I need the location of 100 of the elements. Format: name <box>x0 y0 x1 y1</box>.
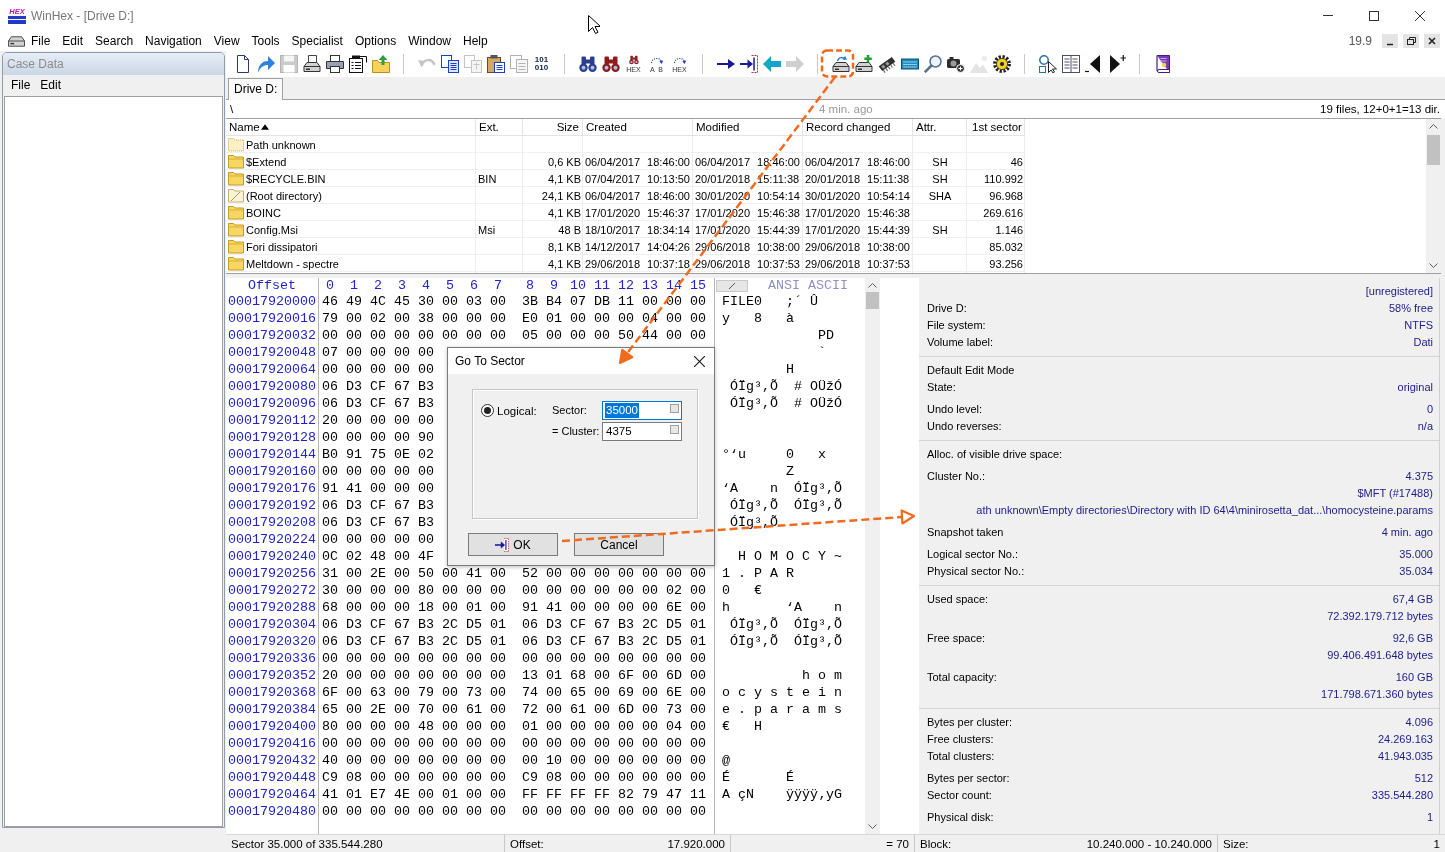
column-header[interactable]: Attr. <box>913 119 967 136</box>
dialog-title: Go To Sector <box>455 354 525 368</box>
info-value: 1 <box>1426 810 1433 825</box>
book-icon[interactable] <box>1153 55 1172 73</box>
column-header[interactable]: Created <box>583 119 693 136</box>
file-name[interactable]: $Extend <box>246 153 287 170</box>
hex-bytes: 31 00 2E 00 50 00 41 00 52 00 00 00 00 00 00 00 <box>322 566 706 581</box>
scroll-down-icon[interactable] <box>1429 263 1438 268</box>
menu-item[interactable]: Specialist <box>285 32 349 50</box>
menu-item[interactable]: Edit <box>36 78 68 92</box>
file-name[interactable]: (Root directory) <box>246 187 322 204</box>
binoculars-icon[interactable] <box>578 55 597 73</box>
file-name[interactable]: Fori dissipatori <box>246 238 318 255</box>
file-name[interactable]: Meltdown - spectre <box>246 255 339 272</box>
column-header[interactable]: Record changed <box>803 119 913 136</box>
binary-convert-button[interactable]: 101 010 <box>533 56 550 72</box>
menu-item[interactable]: Navigation <box>139 32 208 50</box>
dotted-arc-icon[interactable] <box>672 55 687 65</box>
paste-icon[interactable] <box>486 55 505 73</box>
menu-item[interactable]: Tools <box>245 32 286 50</box>
menu-item[interactable]: File <box>7 78 37 92</box>
drive-icon[interactable] <box>8 35 25 47</box>
row-offset: 00017920448 <box>228 770 316 785</box>
column-number: 4 <box>422 278 430 293</box>
record-changed-date: 17/01/2020 15:44:39 <box>805 222 910 238</box>
info-value: 4.096 <box>1405 715 1433 730</box>
curved-arrow-icon[interactable] <box>256 55 275 73</box>
minimize-icon[interactable] <box>1382 34 1398 48</box>
menu-item[interactable]: Window <box>402 32 457 50</box>
restore-icon[interactable] <box>1403 34 1419 48</box>
menu-item[interactable]: Options <box>348 32 403 50</box>
scroll-up-icon[interactable] <box>868 283 877 288</box>
row-offset: 00017920368 <box>228 685 316 700</box>
column-header[interactable]: Modified <box>693 119 803 136</box>
hex-bytes: 20 00 00 00 00 00 00 00 13 01 68 00 6F 00 6D 00 <box>322 668 706 683</box>
row-offset: 00017920288 <box>228 600 316 615</box>
radio-icon[interactable] <box>481 404 494 417</box>
info-label: Total clusters: <box>927 749 995 764</box>
scroll-thumb[interactable] <box>866 292 879 309</box>
left-triangle-icon[interactable] <box>1084 55 1103 73</box>
scrollbar[interactable] <box>865 278 880 834</box>
file-name[interactable]: $RECYCLE.BIN <box>246 170 326 187</box>
menu-item[interactable]: Edit <box>56 32 90 50</box>
arrow-into-page-icon[interactable] <box>739 55 758 73</box>
ascii-text: H O M O C Y ~ <box>738 549 842 564</box>
menu-item[interactable]: Search <box>89 32 140 50</box>
camera-icon[interactable] <box>946 55 965 73</box>
file-name[interactable]: BOINC <box>246 204 281 221</box>
column-header[interactable]: 1st sector <box>967 119 1025 136</box>
menu-item[interactable]: Help <box>457 32 494 50</box>
drive-tab[interactable]: Drive D: <box>228 78 284 100</box>
info-label: Bytes per cluster: <box>927 715 1012 730</box>
drive-sheet-icon[interactable] <box>302 55 321 73</box>
binoculars-icon[interactable] <box>626 55 641 65</box>
close-icon[interactable] <box>694 355 705 367</box>
column-header[interactable]: Size <box>523 119 583 136</box>
close-icon[interactable] <box>1424 34 1440 48</box>
info-value: 4.375 <box>1405 469 1433 484</box>
scroll-down-icon[interactable] <box>868 824 877 829</box>
logical-radio[interactable]: Logical: <box>481 401 552 420</box>
file-size: 4,1 KB <box>547 256 581 272</box>
maximize-icon[interactable] <box>1369 10 1379 21</box>
search-icon[interactable] <box>923 55 942 73</box>
file-name[interactable]: Path unknown <box>246 136 316 153</box>
number-field[interactable]: 35000 <box>602 401 682 420</box>
info-value: 4 min. ago <box>1381 525 1433 540</box>
cancel-button[interactable]: Cancel <box>574 533 664 556</box>
folder-icon <box>228 256 244 271</box>
gear-icon[interactable] <box>992 55 1011 73</box>
file-name[interactable]: Config.Msi <box>246 221 298 238</box>
columns-icon[interactable] <box>1061 55 1080 73</box>
menu-item[interactable]: File <box>25 32 57 50</box>
clipboard-list-icon[interactable] <box>348 55 367 73</box>
keyboard-icon[interactable] <box>900 55 919 73</box>
binoculars-icon[interactable] <box>601 55 620 73</box>
root-folder-icon <box>228 188 244 203</box>
dotted-arc-icon[interactable] <box>649 55 664 65</box>
row-offset: 00017920240 <box>228 549 316 564</box>
copy-icon[interactable] <box>440 55 459 73</box>
scrollbar[interactable] <box>1426 119 1441 273</box>
scroll-up-icon[interactable] <box>1429 124 1438 129</box>
ascii-text: @ <box>722 753 730 768</box>
ok-button[interactable]: OK <box>468 533 558 556</box>
printer-icon[interactable] <box>325 55 344 73</box>
column-header[interactable]: Name <box>226 119 476 136</box>
first-sector: 110.992 <box>984 171 1023 187</box>
menu-item[interactable]: View <box>207 32 246 50</box>
drive-arrow-icon[interactable] <box>831 55 850 73</box>
folder-icon <box>228 154 244 169</box>
close-icon[interactable] <box>1415 10 1425 21</box>
scroll-thumb[interactable] <box>1427 135 1440 165</box>
hex-bytes: 41 01 E7 4E 00 01 00 00 FF FF FF FF 82 79 47 11 <box>322 787 706 802</box>
target-cursor-icon[interactable] <box>1038 55 1057 73</box>
triangle-plus-icon[interactable] <box>1107 55 1126 73</box>
drive-plus-icon[interactable] <box>854 55 873 73</box>
number-field[interactable]: 4375 <box>602 422 682 441</box>
row-offset: 00017920480 <box>228 804 316 819</box>
column-header[interactable]: Ext. <box>476 119 523 136</box>
ascii-text: € H <box>722 719 762 734</box>
info-value: 35.034 <box>1399 564 1433 579</box>
